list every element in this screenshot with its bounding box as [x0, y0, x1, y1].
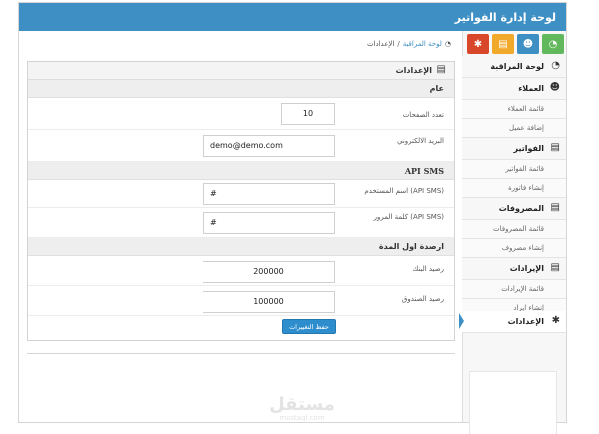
row-email: البريد الالكتروني demo@demo.com	[28, 130, 454, 162]
settings-shortcut-button[interactable]: ✱	[467, 34, 489, 54]
users-icon: ☻	[549, 82, 560, 93]
bank-input[interactable]: 200000	[203, 261, 335, 283]
email-label: البريد الالكتروني	[397, 137, 444, 145]
sidebar-item-expenses-list[interactable]: قائمة المصروفات	[462, 220, 566, 239]
sidebar-item-label: المصروفات	[498, 204, 544, 213]
sidebar-empty-box	[469, 371, 557, 434]
clipboard-icon: ▤	[498, 38, 508, 50]
gear-icon: ✱	[473, 38, 483, 50]
pages-label: تعدد الصفحات	[402, 111, 444, 119]
dashboard-shortcut-button[interactable]: ◔	[542, 34, 564, 54]
sidebar-item-invoices-create[interactable]: إنشاء فاتورة	[462, 179, 566, 198]
panel-title: الإعدادات	[395, 66, 432, 75]
row-sms-pass: كلمة المرور (API SMS) #	[28, 208, 454, 238]
watermark-url: mostaql.com	[279, 414, 325, 422]
sidebar-item-label: قائمة الإيرادات	[501, 285, 544, 293]
sidebar-item-revenues-list[interactable]: قائمة الإيرادات	[462, 280, 566, 299]
content-divider	[27, 353, 455, 354]
watermark: مستقل mostaql.com	[262, 396, 342, 426]
clipboard-icon: ▤	[436, 64, 446, 75]
email-input[interactable]: demo@demo.com	[203, 135, 335, 157]
panel-header: الإعدادات ▤	[28, 62, 454, 80]
sidebar-item-clients-list[interactable]: قائمة العملاء	[462, 100, 566, 119]
section-api-sms: API SMS	[28, 162, 454, 180]
main-content: الإعدادات / لوحة المراقبة ◔ الإعدادات ▤ …	[19, 31, 463, 422]
sidebar-item-label: قائمة الفواتير	[505, 165, 544, 173]
watermark-logo-text: مستقل	[269, 394, 335, 415]
dashboard-icon: ◔	[444, 40, 451, 48]
sidebar-item-clients-add[interactable]: إضافة عميل	[462, 119, 566, 138]
dashboard-icon: ◔	[548, 38, 558, 50]
sms-pass-label: كلمة المرور (API SMS)	[373, 213, 444, 221]
section-general-title: عام	[429, 84, 444, 93]
users-icon: ☻	[522, 38, 534, 50]
clipboard-icon: ▤	[550, 202, 560, 213]
section-opening-balances: ارصدة اول المدة	[28, 238, 454, 256]
sms-user-label: اسم المستخدم (API SMS)	[364, 187, 444, 195]
sidebar-item-clients[interactable]: ☻ العملاء	[462, 78, 566, 100]
row-pages: تعدد الصفحات 10	[28, 98, 454, 130]
app-window: لوحة إدارة الفواتير الإعدادات / لوحة الم…	[18, 2, 567, 434]
active-item-indicator	[459, 313, 464, 329]
sidebar-item-expenses-create[interactable]: إنشاء مصروف	[462, 239, 566, 258]
row-cash-balance: رصيد الصندوق 100000	[28, 286, 454, 316]
sidebar-item-label: الإيرادات	[509, 264, 544, 273]
breadcrumb-home-link[interactable]: لوحة المراقبة	[403, 40, 442, 48]
save-changes-button[interactable]: حفظ التغييرات	[282, 319, 336, 334]
sidebar-item-label: قائمة العملاء	[507, 105, 544, 113]
sidebar-item-expenses[interactable]: ▤ المصروفات	[462, 198, 566, 220]
dashboard-icon: ◔	[551, 60, 560, 71]
sidebar-item-label: إنشاء مصروف	[501, 244, 544, 252]
clipboard-icon: ▤	[550, 142, 560, 153]
clipboard-icon: ▤	[550, 262, 560, 273]
sidebar-item-label: الفواتير	[513, 144, 544, 153]
cash-label: رصيد الصندوق	[401, 295, 444, 303]
breadcrumb-current: الإعدادات	[366, 40, 395, 48]
sms-pass-input[interactable]: #	[203, 212, 335, 234]
sidebar: ◔ ☻ ▤ ✱ ◔ لوحة المراقبة ☻ العملاء قائمة …	[459, 31, 566, 434]
sidebar-item-settings[interactable]: ✱ الإعدادات	[462, 311, 566, 333]
sidebar-item-label: إضافة عميل	[509, 124, 544, 132]
sidebar-item-label: إنشاء فاتورة	[508, 184, 544, 192]
sidebar-item-label: قائمة المصروفات	[493, 225, 544, 233]
users-shortcut-button[interactable]: ☻	[517, 34, 539, 54]
sidebar-item-invoices-list[interactable]: قائمة الفواتير	[462, 160, 566, 179]
section-api-sms-title: API SMS	[404, 166, 444, 176]
clipboard-shortcut-button[interactable]: ▤	[492, 34, 514, 54]
sidebar-item-invoices[interactable]: ▤ الفواتير	[462, 138, 566, 160]
cash-input[interactable]: 100000	[203, 291, 335, 313]
sidebar-item-label: لوحة المراقبة	[490, 62, 544, 71]
app-title: لوحة إدارة الفواتير	[454, 11, 556, 24]
settings-panel: الإعدادات ▤ عام تعدد الصفحات 10 البريد ا…	[27, 61, 455, 341]
sidebar-item-label: العملاء	[518, 84, 544, 93]
sms-user-input[interactable]: #	[203, 183, 335, 205]
sidebar-item-revenues[interactable]: ▤ الإيرادات	[462, 258, 566, 280]
pages-input[interactable]: 10	[281, 103, 335, 125]
row-sms-user: اسم المستخدم (API SMS) #	[28, 180, 454, 208]
bank-label: رصيد البنك	[412, 265, 444, 273]
breadcrumb: الإعدادات / لوحة المراقبة ◔	[367, 40, 451, 48]
sidebar-item-dashboard[interactable]: ◔ لوحة المراقبة	[462, 56, 566, 78]
section-opening-title: ارصدة اول المدة	[378, 242, 444, 251]
breadcrumb-separator: /	[397, 40, 400, 48]
row-bank-balance: رصيد البنك 200000	[28, 256, 454, 286]
section-general: عام	[28, 80, 454, 98]
gear-icon: ✱	[551, 315, 560, 326]
sidebar-item-label: الإعدادات	[507, 317, 544, 326]
sidebar-toolbar: ◔ ☻ ▤ ✱	[466, 34, 564, 54]
top-bar: لوحة إدارة الفواتير	[19, 3, 566, 31]
